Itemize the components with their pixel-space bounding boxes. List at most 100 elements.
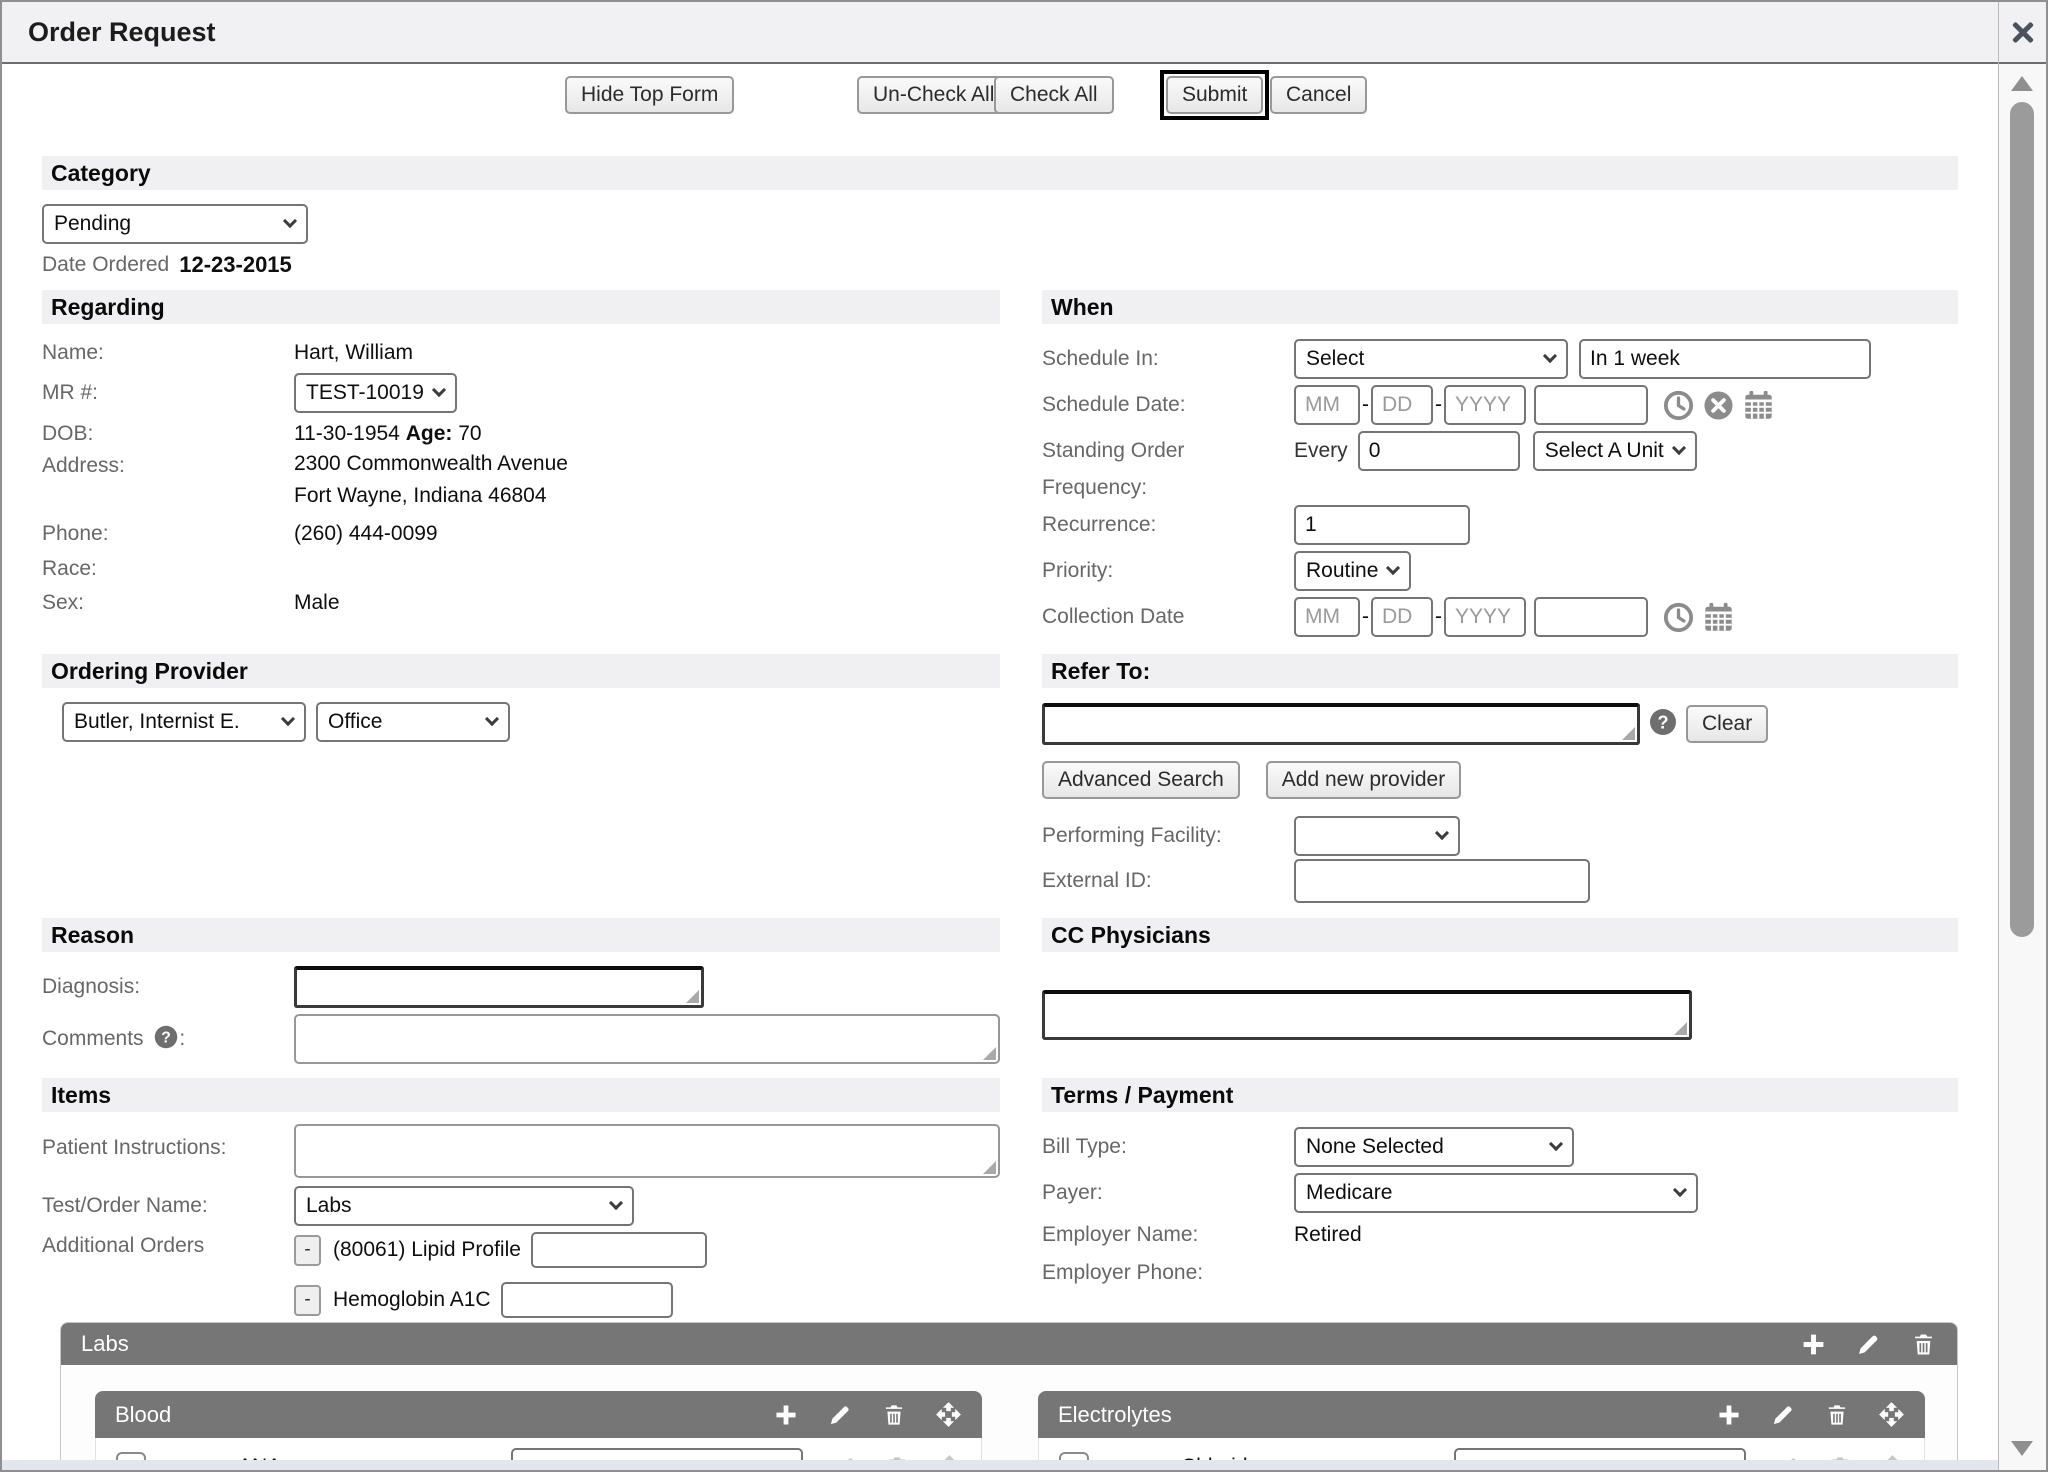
schedule-date-label: Schedule Date: [1042,393,1294,417]
order-name: (80061) Lipid Profile [333,1238,521,1262]
clock-icon[interactable] [1662,389,1695,422]
chevron-down-icon [1435,826,1449,840]
labs-panel: Labs Blood [60,1322,1958,1472]
group-header: Electrolytes [1038,1391,1925,1438]
page-title: Order Request [28,17,216,48]
phone-value: (260) 444-0099 [294,522,438,546]
right-rail [1998,2,2046,1470]
employer-phone-label: Employer Phone: [1042,1261,1294,1285]
test-order-name-label: Test/Order Name: [42,1194,294,1218]
chevron-down-icon [1549,1137,1563,1151]
unit-select[interactable]: Select A Unit [1533,431,1697,471]
calendar-icon[interactable] [1702,601,1735,634]
move-icon[interactable] [935,1401,962,1428]
payer-select[interactable]: Medicare [1294,1173,1698,1213]
order-request-dialog: Order Request Hide Top Form Un-Check All… [0,0,2048,1472]
collection-date-label: Collection Date [1042,605,1294,629]
move-icon[interactable] [1878,1401,1905,1428]
order-qty-input[interactable] [531,1232,707,1268]
collection-date-dd[interactable] [1371,597,1433,637]
section-items: Items [42,1078,1000,1112]
delete-icon[interactable] [1824,1402,1850,1428]
phone-label: Phone: [42,522,294,546]
sex-label: Sex: [42,591,294,615]
collection-date-mm[interactable] [1294,597,1360,637]
schedule-date-dd[interactable] [1371,385,1433,425]
schedule-date-yyyy[interactable] [1444,385,1526,425]
section-refer-to: Refer To: [1042,654,1958,688]
group-title: Blood [115,1402,171,1428]
performing-facility-label: Performing Facility: [1042,824,1294,848]
section-category: Category [42,156,1958,190]
advanced-search-button[interactable]: Advanced Search [1042,761,1240,799]
check-all-button[interactable]: Check All [994,76,1114,114]
section-ordering-provider: Ordering Provider [42,654,1000,688]
bill-type-select[interactable]: None Selected [1294,1127,1574,1167]
help-icon[interactable]: ? [153,1024,179,1056]
schedule-date-time[interactable] [1534,385,1648,425]
help-icon[interactable]: ? [1648,707,1678,742]
provider-location-select[interactable]: Office [316,702,510,742]
priority-select[interactable]: Routine [1294,551,1411,591]
recurrence-input[interactable] [1294,505,1470,545]
diagnosis-input[interactable] [294,966,704,1008]
chevron-down-icon [432,383,446,397]
bill-type-label: Bill Type: [1042,1135,1294,1159]
section-when: When [1042,290,1958,324]
category-select[interactable]: Pending [42,204,308,244]
clock-icon[interactable] [1662,601,1695,634]
section-reason: Reason [42,918,1000,952]
collection-date-time[interactable] [1534,597,1648,637]
comments-textarea[interactable] [294,1014,1000,1064]
close-button[interactable] [1999,2,2046,64]
clear-date-icon[interactable] [1702,389,1735,422]
vertical-scrollbar[interactable] [1999,64,2046,1470]
provider-select[interactable]: Butler, Internist E. [62,702,306,742]
cc-physicians-input[interactable] [1042,990,1692,1040]
chevron-down-icon [1672,441,1686,455]
date-ordered-label: Date Ordered [42,253,169,277]
collection-date-yyyy[interactable] [1444,597,1526,637]
add-new-provider-button[interactable]: Add new provider [1266,761,1461,799]
add-icon[interactable] [773,1402,799,1428]
test-order-select[interactable]: Labs [294,1186,634,1226]
patient-instructions-textarea[interactable] [294,1124,1000,1178]
schedule-in-select[interactable]: Select [1294,339,1568,379]
mr-select[interactable]: TEST-10019 [294,373,457,413]
hide-top-form-button[interactable]: Hide Top Form [565,76,734,114]
refer-to-input[interactable] [1042,703,1640,745]
every-input[interactable] [1358,431,1520,471]
edit-icon[interactable] [1855,1331,1882,1358]
order-row: - (80061) Lipid Profile [294,1228,824,1272]
chevron-down-icon [1386,561,1400,575]
dialog-bottom-edge [2,1460,1998,1470]
schedule-in-input[interactable] [1579,339,1871,379]
cancel-button[interactable]: Cancel [1270,76,1367,114]
schedule-date-mm[interactable] [1294,385,1360,425]
edit-icon[interactable] [827,1402,853,1428]
order-qty-input[interactable] [501,1282,673,1318]
diagnosis-label: Diagnosis: [42,975,294,999]
scrollbar-thumb[interactable] [2010,102,2034,937]
delete-icon[interactable] [1910,1331,1937,1358]
regarding-content: Name: Hart, William MR #: TEST-10019 DOB… [42,324,1000,640]
remove-order-button[interactable]: - [294,1285,321,1316]
calendar-icon[interactable] [1742,389,1775,422]
close-icon [2009,18,2037,46]
delete-icon[interactable] [881,1402,907,1428]
add-icon[interactable] [1716,1402,1742,1428]
clear-button[interactable]: Clear [1686,705,1768,743]
remove-order-button[interactable]: - [294,1235,321,1266]
refer-to-content: ? Clear Advanced Search Add new provider… [1042,688,1958,904]
scroll-down-icon[interactable] [2011,1441,2033,1456]
schedule-in-label: Schedule In: [1042,347,1294,371]
scroll-up-icon[interactable] [2011,76,2033,91]
edit-icon[interactable] [1770,1402,1796,1428]
performing-facility-select[interactable] [1294,816,1460,856]
add-icon[interactable] [1800,1331,1827,1358]
submit-button[interactable]: Submit [1166,76,1263,114]
reason-content: Diagnosis: Comments ? : [42,952,1000,1064]
chevron-down-icon [609,1196,623,1210]
external-id-input[interactable] [1294,859,1590,903]
uncheck-all-button[interactable]: Un-Check All [857,76,1010,114]
